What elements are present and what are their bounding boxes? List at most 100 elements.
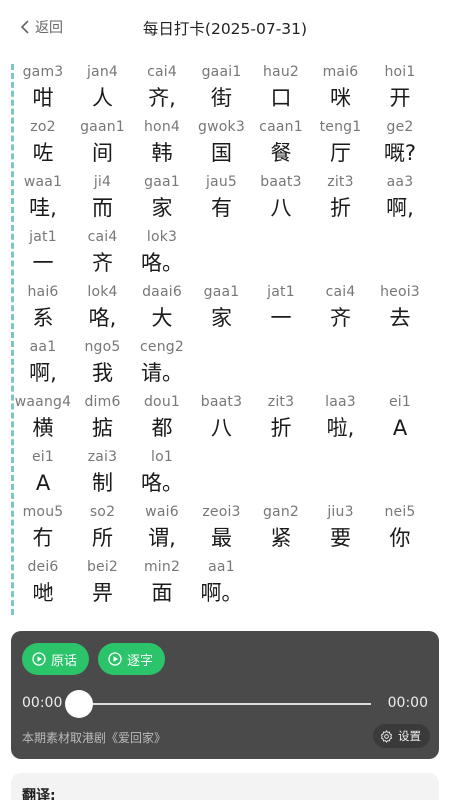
hanzi: 啊, bbox=[29, 361, 57, 385]
word-cell[interactable]: zai3 制 bbox=[72, 447, 134, 502]
page-title: 每日打卡(2025-07-31) bbox=[142, 20, 308, 38]
jyutping: heoi3 bbox=[380, 284, 420, 300]
word-cell[interactable]: zit3 折 bbox=[310, 172, 372, 227]
jyutping: dim6 bbox=[84, 394, 121, 410]
lyric-line: waa1 哇, ji4 而 gaa1 家 jau5 有 baat3 八 zit3 折 aa3 啊, bbox=[10, 172, 430, 227]
word-cell[interactable]: cai4 齐, bbox=[131, 62, 193, 117]
word-cell[interactable]: waang4 横 bbox=[12, 392, 74, 447]
progress-handle[interactable] bbox=[65, 690, 93, 718]
play-word-label: 逐字 bbox=[127, 653, 154, 669]
word-cell[interactable]: ngo5 我 bbox=[72, 337, 134, 392]
word-cell[interactable]: bei2 畀 bbox=[72, 557, 134, 612]
word-cell[interactable]: so2 所 bbox=[72, 502, 134, 557]
play-word-button[interactable]: 逐字 bbox=[98, 643, 166, 675]
word-cell[interactable]: ei1 A bbox=[369, 392, 431, 447]
word-cell[interactable]: cai4 齐 bbox=[310, 282, 372, 337]
jyutping: ji4 bbox=[93, 174, 112, 190]
hanzi: 畀 bbox=[92, 581, 113, 605]
lyrics-area: gam3 咁 jan4 人 cai4 齐, gaai1 街 hau2 口 mai6 咪 hoi1 开 zo2… bbox=[0, 62, 450, 615]
word-cell[interactable]: daai6 大 bbox=[131, 282, 193, 337]
word-cell[interactable]: dei6 哋 bbox=[12, 557, 74, 612]
lyric-line: dei6 哋 bei2 畀 min2 面 aa1 啊。 bbox=[10, 557, 430, 612]
play-original-label: 原话 bbox=[51, 653, 78, 669]
lyric-line: hai6 系 lok4 咯, daai6 大 gaa1 家 jat1 一 cai4 齐 heoi3 去 bbox=[10, 282, 430, 337]
jyutping: zai3 bbox=[87, 449, 118, 465]
jyutping: jiu3 bbox=[327, 504, 354, 520]
word-cell[interactable]: nei5 你 bbox=[369, 502, 431, 557]
word-cell[interactable]: hoi1 开 bbox=[369, 62, 431, 117]
hanzi: 要 bbox=[330, 526, 351, 550]
word-cell[interactable]: aa1 啊, bbox=[12, 337, 74, 392]
jyutping: waa1 bbox=[23, 174, 63, 190]
word-cell[interactable]: gaa1 家 bbox=[191, 282, 253, 337]
hanzi: 系 bbox=[32, 306, 54, 330]
hanzi: 齐 bbox=[330, 306, 351, 330]
word-cell[interactable]: gwok3 国 bbox=[191, 117, 253, 172]
hanzi: 有 bbox=[211, 196, 232, 220]
word-cell[interactable]: jat1 一 bbox=[12, 227, 74, 282]
word-cell[interactable]: hau2 口 bbox=[250, 62, 312, 117]
word-cell[interactable]: caan1 餐 bbox=[250, 117, 312, 172]
word-cell[interactable]: min2 面 bbox=[131, 557, 193, 612]
hanzi: 我 bbox=[92, 361, 113, 385]
jyutping: hon4 bbox=[143, 119, 181, 135]
word-cell[interactable]: zeoi3 最 bbox=[191, 502, 253, 557]
word-cell[interactable]: jat1 一 bbox=[250, 282, 312, 337]
word-cell[interactable]: lo1 咯。 bbox=[131, 447, 193, 502]
time-current: 00:00 bbox=[22, 695, 63, 711]
word-cell[interactable]: hai6 系 bbox=[12, 282, 74, 337]
word-cell[interactable]: ge2 嘅? bbox=[369, 117, 431, 172]
settings-button[interactable]: 设置 bbox=[373, 724, 430, 748]
hanzi: 而 bbox=[92, 196, 113, 220]
word-cell[interactable]: jiu3 要 bbox=[310, 502, 372, 557]
hanzi: 啊, bbox=[386, 196, 414, 220]
word-cell[interactable]: aa1 啊。 bbox=[191, 557, 253, 612]
word-cell[interactable]: jan4 人 bbox=[72, 62, 134, 117]
hanzi: 紧 bbox=[270, 526, 292, 550]
word-cell[interactable]: teng1 厅 bbox=[310, 117, 372, 172]
hanzi: 掂 bbox=[92, 416, 113, 440]
word-cell[interactable]: lok4 咯, bbox=[72, 282, 134, 337]
jyutping: teng1 bbox=[319, 119, 362, 135]
jyutping: min2 bbox=[143, 559, 181, 575]
word-cell[interactable]: gam3 咁 bbox=[12, 62, 74, 117]
word-cell[interactable]: heoi3 去 bbox=[369, 282, 431, 337]
word-cell[interactable]: zo2 咗 bbox=[12, 117, 74, 172]
word-cell[interactable]: wai6 谓, bbox=[131, 502, 193, 557]
word-cell[interactable]: laa3 啦, bbox=[310, 392, 372, 447]
play-original-button[interactable]: 原话 bbox=[22, 643, 90, 675]
word-cell[interactable]: ceng2 请。 bbox=[131, 337, 193, 392]
word-cell[interactable]: dim6 掂 bbox=[72, 392, 134, 447]
word-cell[interactable]: baat3 八 bbox=[191, 392, 253, 447]
jyutping: hai6 bbox=[27, 284, 59, 300]
progress-track[interactable] bbox=[77, 703, 371, 705]
word-cell[interactable]: lok3 咯。 bbox=[131, 227, 193, 282]
word-cell[interactable]: mou5 冇 bbox=[12, 502, 74, 557]
word-cell[interactable]: dou1 都 bbox=[131, 392, 193, 447]
word-cell[interactable]: baat3 八 bbox=[250, 172, 312, 227]
top-bar: 返回 每日打卡(2025-07-31) bbox=[0, 0, 450, 56]
jyutping: jau5 bbox=[205, 174, 238, 190]
word-cell[interactable]: gaai1 街 bbox=[191, 62, 253, 117]
hanzi: 面 bbox=[151, 581, 173, 605]
word-cell[interactable]: gaan1 间 bbox=[72, 117, 134, 172]
hanzi: 一 bbox=[270, 306, 292, 330]
word-cell[interactable]: gan2 紧 bbox=[250, 502, 312, 557]
jyutping: cai4 bbox=[147, 64, 177, 80]
word-cell[interactable]: jau5 有 bbox=[191, 172, 253, 227]
word-cell[interactable]: mai6 咪 bbox=[310, 62, 372, 117]
word-cell[interactable]: ji4 而 bbox=[72, 172, 134, 227]
jyutping: jat1 bbox=[267, 284, 295, 300]
word-cell[interactable]: cai4 齐 bbox=[72, 227, 134, 282]
word-cell[interactable]: hon4 韩 bbox=[131, 117, 193, 172]
word-cell[interactable]: aa3 啊, bbox=[369, 172, 431, 227]
word-cell[interactable]: zit3 折 bbox=[250, 392, 312, 447]
hanzi: 八 bbox=[211, 416, 232, 440]
word-cell[interactable]: ei1 A bbox=[12, 447, 74, 502]
settings-label: 设置 bbox=[398, 729, 421, 743]
word-cell[interactable]: gaa1 家 bbox=[131, 172, 193, 227]
jyutping: so2 bbox=[89, 504, 116, 520]
word-cell[interactable]: waa1 哇, bbox=[12, 172, 74, 227]
hanzi: 厅 bbox=[330, 141, 351, 165]
hanzi: 折 bbox=[270, 416, 292, 440]
